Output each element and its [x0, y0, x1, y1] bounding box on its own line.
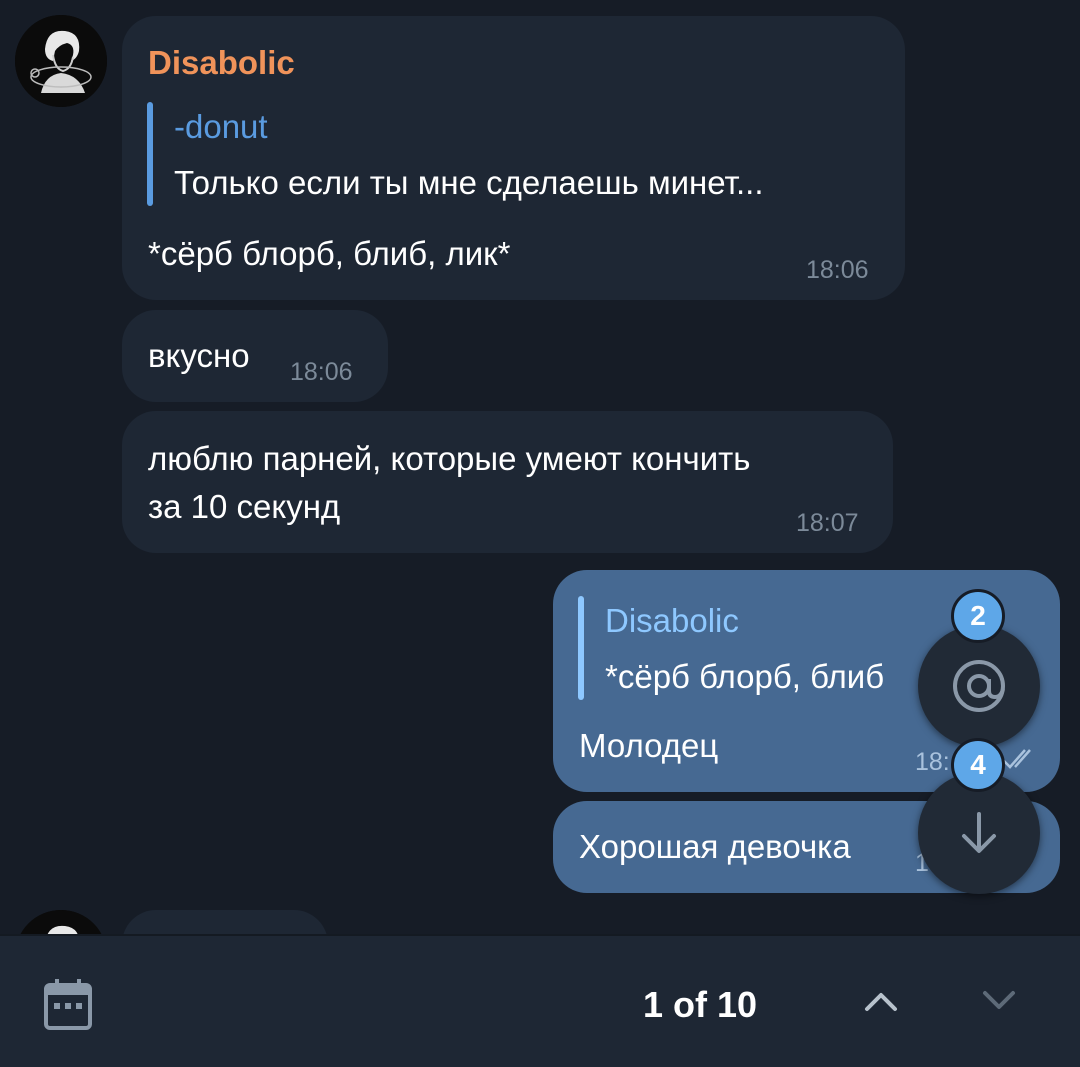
- mentions-button[interactable]: [918, 625, 1040, 747]
- mentions-count-badge: 2: [951, 589, 1005, 643]
- previous-result-button[interactable]: [846, 966, 916, 1036]
- search-result-counter: 1 of 10: [642, 984, 758, 1025]
- sender-name[interactable]: Disabolic: [148, 44, 295, 82]
- mention-icon: [953, 660, 1005, 712]
- calendar-button[interactable]: [28, 964, 108, 1044]
- reply-preview-text[interactable]: *сёрб блорб, блиб: [605, 658, 884, 696]
- message-bubble-incoming[interactable]: Disabolic -donut Только если ты мне сдел…: [122, 16, 905, 300]
- message-bubble-incoming[interactable]: вкусно 18:06: [122, 310, 388, 402]
- message-time: 18:06: [290, 358, 353, 386]
- message-time: 18:: [915, 748, 950, 776]
- reply-accent-bar: [578, 596, 584, 700]
- chevron-up-icon: [865, 993, 897, 1011]
- reply-sender-name[interactable]: Disabolic: [605, 602, 739, 640]
- reply-sender-name[interactable]: -donut: [174, 108, 268, 146]
- message-text: *сёрб блорб, блиб, лик*: [148, 235, 511, 272]
- double-check-icon: [1002, 749, 1031, 769]
- message-text-line: за 10 секунд: [148, 488, 341, 525]
- message-bubble-incoming[interactable]: люблю парней, которые умеют кончить за 1…: [122, 411, 893, 553]
- chat-screen: Disabolic -donut Только если ты мне сдел…: [0, 0, 1080, 1067]
- message-text: вкусно: [148, 337, 250, 374]
- avatar[interactable]: [15, 15, 107, 107]
- arrow-down-icon: [962, 812, 996, 853]
- message-text: Молодец: [579, 727, 719, 764]
- reply-accent-bar: [147, 102, 153, 206]
- search-navigation-bar: 1 of 10: [0, 934, 1080, 1067]
- unread-count-badge: 4: [951, 738, 1005, 792]
- chevron-down-icon: [983, 991, 1015, 1009]
- calendar-icon: [44, 979, 92, 1030]
- message-text-line: люблю парней, которые умеют кончить: [148, 440, 751, 477]
- message-text: Хорошая девочка: [579, 828, 851, 865]
- message-time: 18:07: [796, 509, 859, 537]
- reply-preview-text[interactable]: Только если ты мне сделаешь минет...: [174, 164, 764, 202]
- next-result-button[interactable]: [964, 966, 1034, 1036]
- message-time: 18:06: [806, 256, 869, 284]
